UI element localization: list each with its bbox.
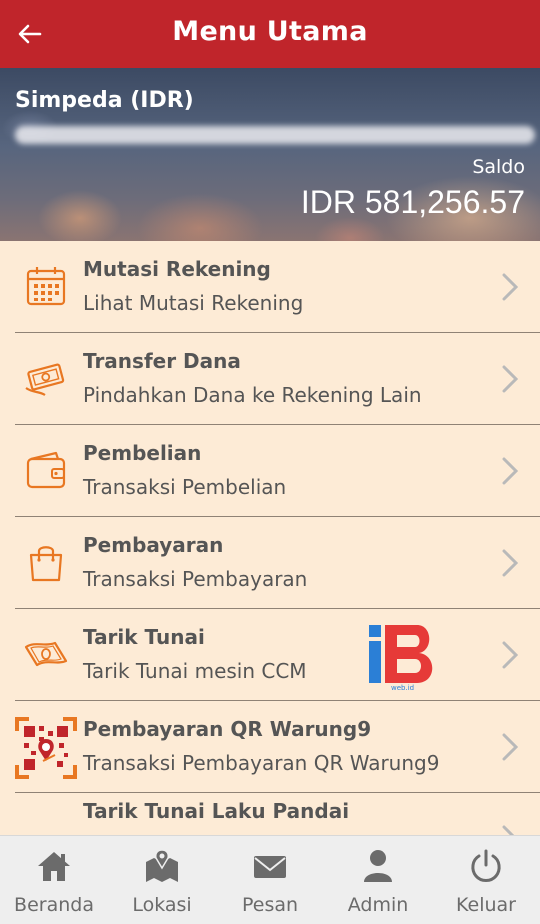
chevron-right-icon: [502, 273, 519, 301]
menu-item-title: Tarik Tunai: [83, 625, 205, 649]
tab-admin[interactable]: Admin: [324, 836, 432, 924]
menu-item-title: Tarik Tunai Laku Pandai: [83, 799, 350, 823]
main-menu-list: Mutasi Rekening Lihat Mutasi Rekening Tr…: [0, 241, 540, 835]
map-icon: [146, 849, 178, 882]
svg-text:web.id: web.id: [391, 684, 414, 691]
menu-item-pembayaran[interactable]: Pembayaran Transaksi Pembayaran: [15, 517, 540, 609]
qr-warung9-icon: [15, 717, 77, 779]
tab-keluar[interactable]: Keluar: [432, 836, 540, 924]
menu-item-transfer-dana[interactable]: Transfer Dana Pindahkan Dana ke Rekening…: [15, 333, 540, 425]
menu-item-subtitle: Transaksi Pembayaran QR Warung9: [83, 751, 440, 775]
app-header: Menu Utama: [0, 0, 540, 68]
cash-icon: [23, 825, 69, 835]
tab-label: Lokasi: [132, 894, 192, 916]
menu-item-title: Pembayaran: [83, 533, 224, 557]
chevron-right-icon: [502, 733, 519, 761]
menu-item-title: Mutasi Rekening: [83, 257, 271, 281]
tab-label: Pesan: [241, 894, 299, 916]
tab-label: Admin: [347, 894, 409, 916]
menu-item-tarik-tunai-laku-pandai[interactable]: Tarik Tunai Laku Pandai: [15, 793, 540, 835]
chevron-right-icon: [502, 549, 519, 577]
home-icon: [38, 852, 70, 881]
mail-icon: [254, 856, 286, 878]
menu-item-mutasi-rekening[interactable]: Mutasi Rekening Lihat Mutasi Rekening: [15, 241, 540, 333]
chevron-right-icon: [502, 365, 519, 393]
menu-item-subtitle: Pindahkan Dana ke Rekening Lain: [83, 383, 422, 407]
menu-item-subtitle: Transaksi Pembelian: [83, 475, 287, 499]
page-title: Menu Utama: [172, 16, 368, 47]
calendar-icon: [26, 267, 66, 306]
menu-item-subtitle: Transaksi Pembayaran: [83, 567, 308, 591]
menu-item-title: Pembelian: [83, 441, 202, 465]
tab-lokasi[interactable]: Lokasi: [108, 836, 216, 924]
money-transfer-icon: [25, 363, 65, 396]
chevron-right-icon: [502, 457, 519, 485]
tab-label: Keluar: [456, 894, 516, 916]
tab-pesan[interactable]: Pesan: [216, 836, 324, 924]
menu-item-pembayaran-qr-warung9[interactable]: Pembayaran QR Warung9 Transaksi Pembayar…: [15, 701, 540, 793]
tab-label: Beranda: [14, 894, 94, 916]
chevron-right-icon: [502, 825, 515, 835]
wallet-icon: [26, 451, 66, 489]
chevron-right-icon: [502, 641, 519, 669]
ib-watermark-logo: web.id: [369, 625, 433, 691]
cash-icon: [24, 641, 68, 667]
tab-beranda[interactable]: Beranda: [0, 836, 108, 924]
bottom-tab-bar: Beranda Lokasi Pesan Admin Keluar: [0, 835, 540, 924]
account-name: Simpeda (IDR): [15, 88, 194, 113]
account-number-redacted: [15, 126, 535, 144]
menu-item-title: Pembayaran QR Warung9: [83, 717, 372, 741]
power-icon: [471, 849, 501, 882]
menu-item-pembelian[interactable]: Pembelian Transaksi Pembelian: [15, 425, 540, 517]
menu-item-subtitle: Tarik Tunai mesin CCM: [83, 659, 307, 683]
menu-item-title: Transfer Dana: [83, 349, 241, 373]
shopping-bag-icon: [29, 546, 63, 582]
menu-item-subtitle: Lihat Mutasi Rekening: [83, 291, 304, 315]
account-banner: Simpeda (IDR) Saldo IDR 581,256.57: [0, 68, 540, 241]
menu-item-tarik-tunai[interactable]: Tarik Tunai Tarik Tunai mesin CCM web.id: [15, 609, 540, 701]
user-icon: [364, 850, 392, 882]
balance-value: IDR 581,256.57: [300, 184, 525, 220]
balance-label: Saldo: [472, 156, 525, 178]
